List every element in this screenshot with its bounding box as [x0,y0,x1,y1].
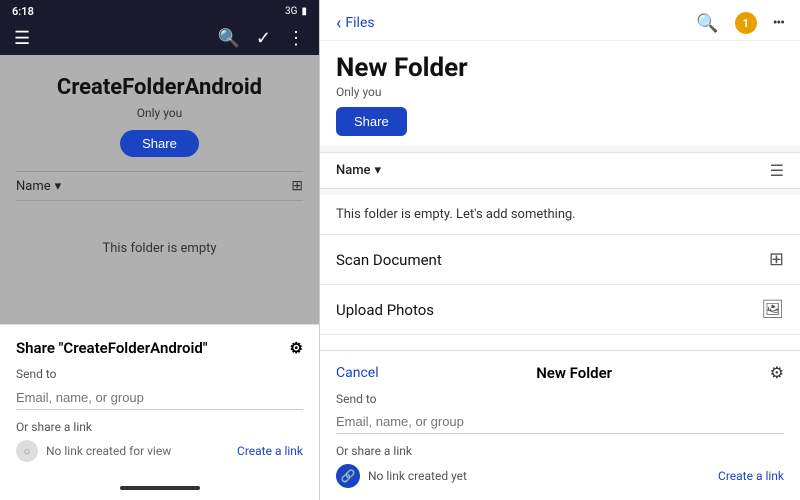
right-bottom-sheet: Cancel New Folder ⚙ Send to Or share a l… [320,350,800,500]
bottom-sheet: Share "CreateFolderAndroid" ⚙ Send to Or… [0,324,319,476]
battery-icon: ▮ [301,6,307,17]
rbs-folder-name: New Folder [536,364,612,382]
right-chevron-icon[interactable]: ▾ [375,163,382,178]
rbs-settings-icon[interactable]: ⚙ [770,363,784,382]
folder-header: New Folder Only you Share [320,41,800,146]
notification-badge[interactable]: 1 [735,12,757,34]
nav-actions: 🔍 ✓ ⋮ [217,28,305,49]
home-indicator [120,486,200,490]
link-row: ○ No link created for view Create a link [16,440,303,462]
scan-document-item[interactable]: Scan Document ⊞ [320,235,800,285]
sheet-title-text: Share "CreateFolderAndroid" [16,339,208,357]
status-bar: 6:18 3G ▮ [0,0,319,22]
rbs-title-row: Cancel New Folder ⚙ [336,363,784,382]
bottom-bar [0,476,319,500]
name-row: Name ▾ ⊞ [16,171,303,201]
back-chevron-icon: ‹ [336,13,341,34]
sheet-title: Share "CreateFolderAndroid" ⚙ [16,339,303,357]
right-only-you: Only you [336,85,784,99]
send-to-label: Send to [16,367,303,381]
upload-photos-icon: 🖼 [761,299,784,320]
grid-view-icon[interactable]: ⊞ [291,178,303,194]
name-label: Name ▾ [16,179,61,194]
right-list-icon[interactable]: ☰ [770,161,784,180]
status-time: 6:18 [12,5,34,18]
search-icon[interactable]: 🔍 [217,28,239,49]
right-name-label: Name ▾ [336,163,381,178]
create-folder-item[interactable]: Create Folder □ [320,335,800,350]
back-label: Files [345,15,374,31]
left-panel: 6:18 3G ▮ ☰ 🔍 ✓ ⋮ CreateFolderAndroid On… [0,0,320,500]
share-button[interactable]: Share [120,130,199,157]
right-nav: ‹ Files 🔍 1 ••• [320,0,800,41]
folder-title: CreateFolderAndroid [57,75,262,100]
rbs-no-link-text: No link created yet [368,469,467,483]
only-you-label: Only you [137,106,183,120]
rbs-link-row: 🔗 No link created yet Create a link [336,464,784,488]
check-icon[interactable]: ✓ [256,28,271,49]
link-left: ○ No link created for view [16,440,171,462]
send-to-input[interactable] [16,386,303,410]
back-button[interactable]: ‹ Files [336,13,375,34]
more-icon[interactable]: ⋮ [287,28,305,49]
right-share-button[interactable]: Share [336,107,407,136]
or-share-label: Or share a link [16,420,303,434]
upload-photos-label: Upload Photos [336,301,434,319]
signal-icon: 3G [285,6,297,17]
scan-document-icon: ⊞ [769,249,784,270]
rbs-send-to-label: Send to [336,392,784,406]
link-icon: ○ [16,440,38,462]
right-content: New Folder Only you Share Name ▾ ☰ This … [320,41,800,350]
settings-gear-icon[interactable]: ⚙ [290,339,303,357]
upload-photos-item[interactable]: Upload Photos 🖼 [320,285,800,335]
rbs-link-icon: 🔗 [336,464,360,488]
menu-icon[interactable]: ☰ [14,28,30,49]
folder-content-area: CreateFolderAndroid Only you Share Name … [0,55,319,324]
empty-suggestion: This folder is empty. Let's add somethin… [320,195,800,235]
right-more-icon[interactable]: ••• [773,15,784,31]
rbs-cancel-button[interactable]: Cancel [336,365,379,381]
chevron-down-icon[interactable]: ▾ [55,179,62,194]
right-panel: ‹ Files 🔍 1 ••• New Folder Only you Shar… [320,0,800,500]
scan-document-label: Scan Document [336,251,442,269]
right-search-icon[interactable]: 🔍 [696,13,718,34]
right-name-row: Name ▾ ☰ [320,152,800,189]
right-nav-icons: 🔍 1 ••• [696,12,784,34]
top-nav: ☰ 🔍 ✓ ⋮ [0,22,319,55]
status-icons: 3G ▮ [285,6,307,17]
rbs-create-link-button[interactable]: Create a link [718,469,784,483]
rbs-or-label: Or share a link [336,444,784,458]
no-link-text: No link created for view [46,444,171,458]
rbs-link-left: 🔗 No link created yet [336,464,467,488]
right-folder-name: New Folder [336,53,784,83]
create-link-button[interactable]: Create a link [237,444,303,458]
empty-folder-msg: This folder is empty [102,241,216,256]
rbs-send-to-input[interactable] [336,410,784,434]
